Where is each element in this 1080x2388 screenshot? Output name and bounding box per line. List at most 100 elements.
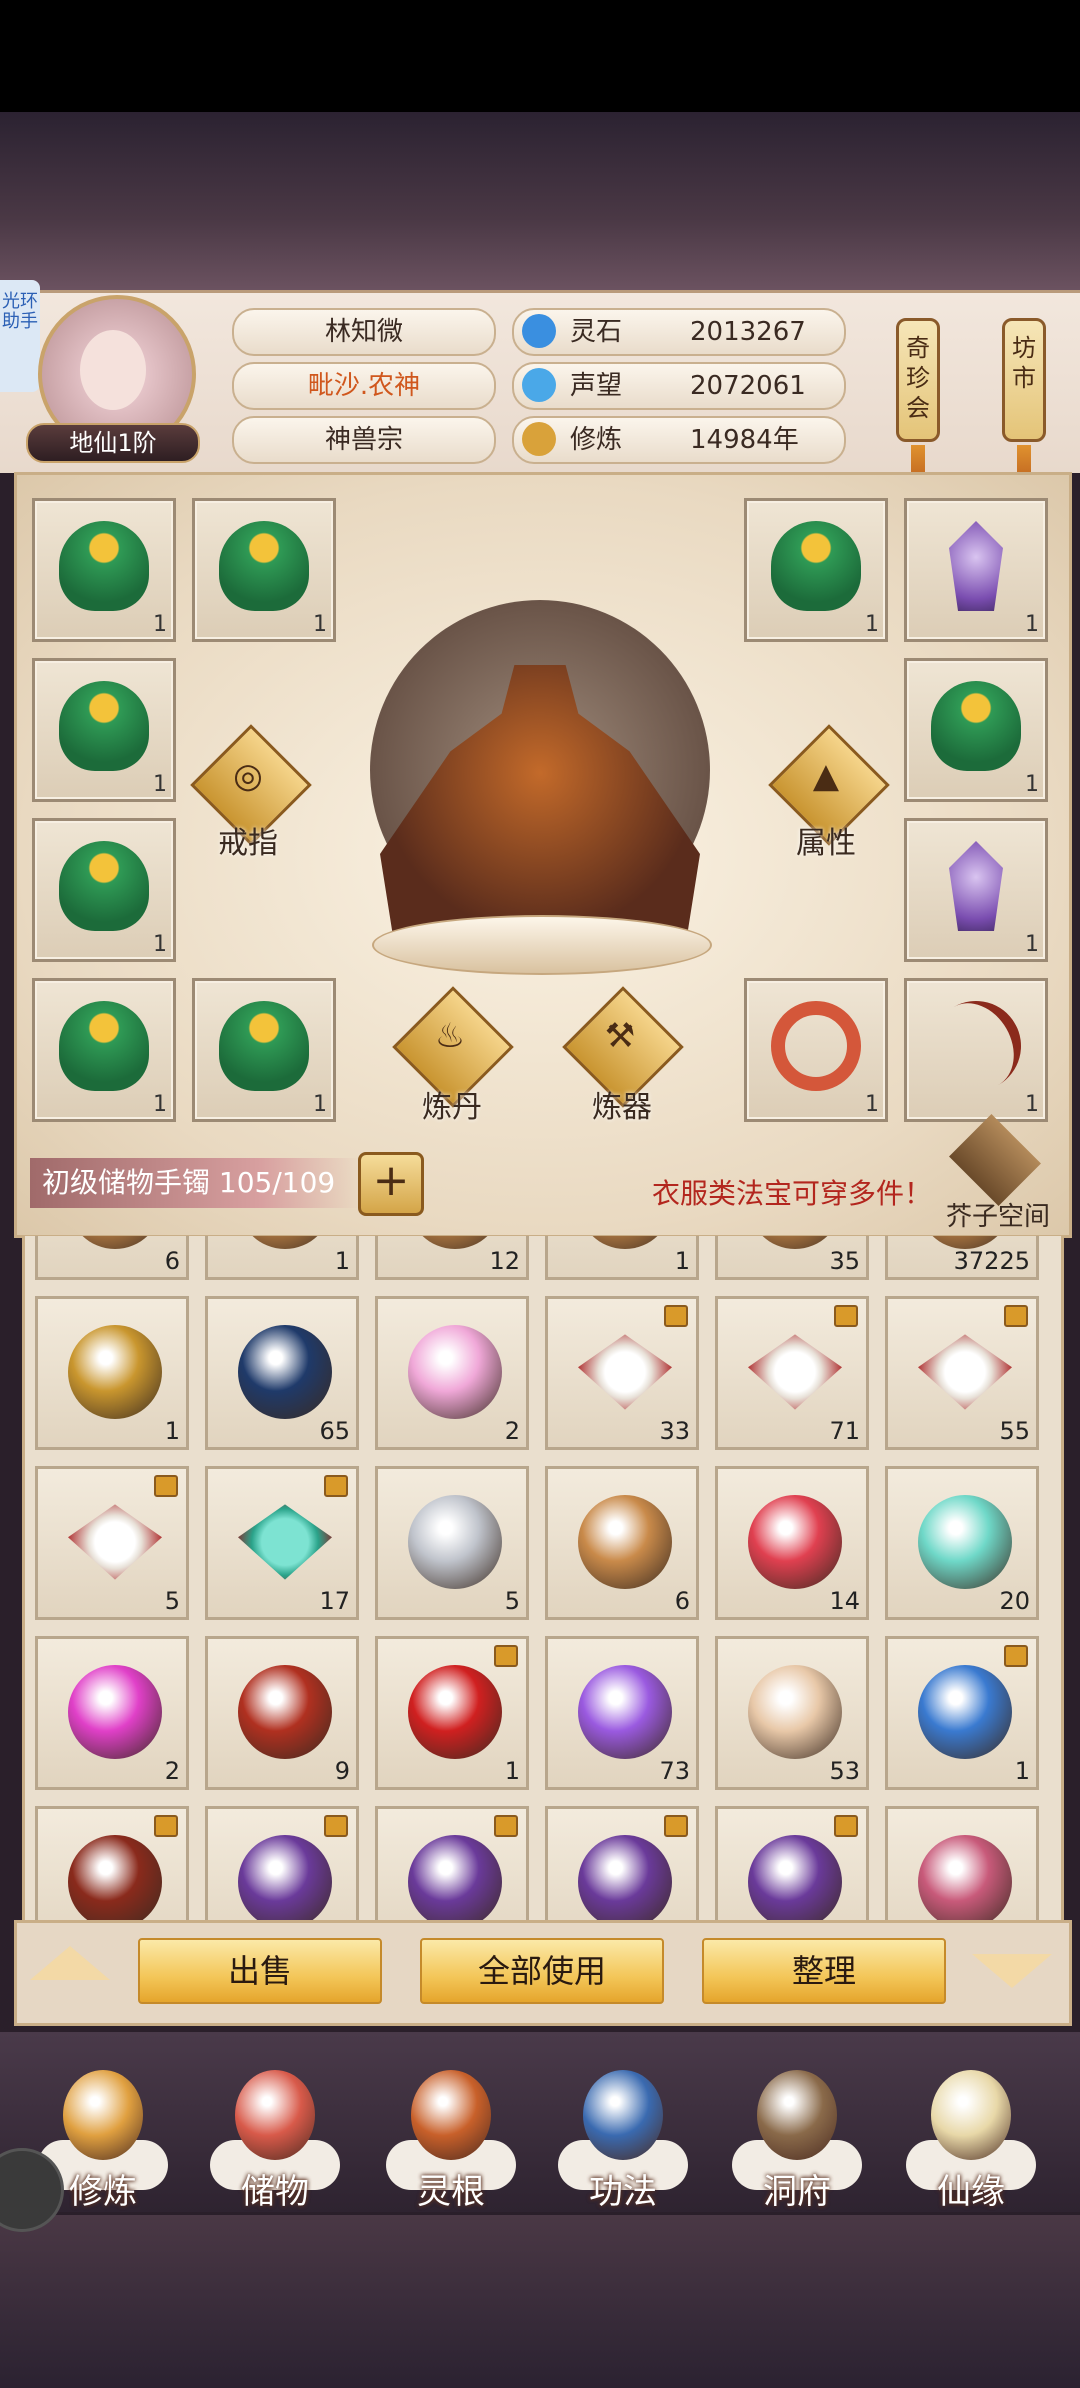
nav-spirit-root[interactable]: 灵根 bbox=[376, 2060, 526, 2212]
equipment-slot[interactable]: 1 bbox=[904, 658, 1048, 802]
lock-icon bbox=[834, 1305, 858, 1327]
sell-button[interactable]: 出售 bbox=[138, 1938, 382, 2004]
scroll-down-arrow-icon[interactable] bbox=[972, 1954, 1052, 1988]
resource-value: 2013267 bbox=[690, 317, 806, 347]
inventory-slot[interactable]: 5 bbox=[375, 1466, 529, 1620]
lock-icon bbox=[1004, 1645, 1028, 1667]
inventory-grid[interactable]: 6 1 12 1 35 37225 1 65 2 33 71 55 5 17 5 6 14 20 2 9 1 73 53 1 bbox=[22, 1236, 1064, 1920]
inventory-slot[interactable]: 1 bbox=[375, 1636, 529, 1790]
nav-techniques[interactable]: 功法 bbox=[548, 2060, 698, 2212]
nav-cave-abode[interactable]: 洞府 bbox=[722, 2060, 872, 2212]
player-title: 毗沙.农神 bbox=[232, 362, 496, 410]
resource-value: 2072061 bbox=[690, 371, 806, 401]
item-count: 1 bbox=[674, 1247, 690, 1275]
resource-reputation: 声望 2072061 bbox=[512, 362, 846, 410]
status-bar bbox=[0, 0, 1080, 112]
item-count: 1 bbox=[1025, 772, 1039, 797]
item-icon bbox=[68, 1325, 162, 1419]
inventory-slot[interactable]: 1 bbox=[205, 1236, 359, 1280]
inventory-slot[interactable]: 12 bbox=[375, 1236, 529, 1280]
treasure-fair-button[interactable]: 奇珍会 bbox=[896, 318, 940, 442]
inventory-slot[interactable]: 9 bbox=[205, 1636, 359, 1790]
inventory-slot[interactable]: 5 bbox=[35, 1466, 189, 1620]
bottom-decoration bbox=[0, 2215, 1080, 2388]
item-icon bbox=[578, 1495, 672, 1589]
lock-icon bbox=[664, 1305, 688, 1327]
inventory-slot[interactable] bbox=[715, 1806, 869, 1920]
market-button[interactable]: 坊市 bbox=[1002, 318, 1046, 442]
nav-label: 灵根 bbox=[417, 2172, 485, 2212]
forge-label: 炼器 bbox=[592, 1090, 652, 1125]
top-decoration bbox=[0, 112, 1080, 290]
item-icon bbox=[238, 1665, 332, 1759]
item-icon bbox=[578, 1334, 672, 1410]
inventory-slot[interactable]: 20 bbox=[885, 1466, 1039, 1620]
inventory-slot[interactable]: 14 bbox=[715, 1466, 869, 1620]
item-icon bbox=[68, 1236, 162, 1249]
item-count: 1 bbox=[1025, 932, 1039, 957]
equipment-slot[interactable]: 1 bbox=[904, 498, 1048, 642]
leaf-item-icon bbox=[771, 521, 861, 611]
cave-abode-icon bbox=[757, 2070, 837, 2160]
nav-label: 仙缘 bbox=[937, 2172, 1005, 2212]
resource-value: 14984年 bbox=[690, 425, 799, 455]
fate-icon bbox=[931, 2070, 1011, 2160]
reputation-icon bbox=[522, 368, 556, 402]
inventory-slot[interactable]: 73 bbox=[545, 1636, 699, 1790]
inventory-slot[interactable]: 1 bbox=[35, 1296, 189, 1450]
inventory-slot[interactable]: 37225 bbox=[885, 1236, 1039, 1280]
equipment-slot[interactable]: 1 bbox=[192, 498, 336, 642]
item-count: 12 bbox=[489, 1247, 520, 1275]
inventory-slot[interactable]: 6 bbox=[545, 1466, 699, 1620]
ring-icon: ◎ bbox=[233, 756, 263, 796]
techniques-icon bbox=[583, 2070, 663, 2160]
lock-icon bbox=[154, 1815, 178, 1837]
expand-storage-button[interactable]: + bbox=[358, 1152, 424, 1216]
equipment-slot[interactable]: 1 bbox=[744, 978, 888, 1122]
inventory-slot[interactable]: 53 bbox=[715, 1636, 869, 1790]
leaf-item-icon bbox=[59, 1001, 149, 1091]
inventory-slot[interactable] bbox=[545, 1806, 699, 1920]
equipment-slot[interactable]: 1 bbox=[904, 818, 1048, 962]
inventory-slot[interactable] bbox=[35, 1806, 189, 1920]
equipment-slot[interactable]: 1 bbox=[744, 498, 888, 642]
inventory-slot[interactable]: 2 bbox=[35, 1636, 189, 1790]
item-count: 35 bbox=[829, 1247, 860, 1275]
equipment-slot[interactable]: 1 bbox=[904, 978, 1048, 1122]
equipment-slot[interactable]: 1 bbox=[32, 498, 176, 642]
inventory-slot[interactable]: 17 bbox=[205, 1466, 359, 1620]
lock-icon bbox=[324, 1475, 348, 1497]
sort-button[interactable]: 整理 bbox=[702, 1938, 946, 2004]
inventory-slot[interactable]: 65 bbox=[205, 1296, 359, 1450]
helper-button[interactable]: 光环助手 bbox=[0, 280, 40, 392]
inventory-slot[interactable]: 1 bbox=[885, 1636, 1039, 1790]
inventory-slot[interactable]: 6 bbox=[35, 1236, 189, 1280]
inventory-slot[interactable] bbox=[375, 1806, 529, 1920]
item-icon bbox=[918, 1495, 1012, 1589]
nav-fate[interactable]: 仙缘 bbox=[896, 2060, 1046, 2212]
inventory-slot[interactable]: 71 bbox=[715, 1296, 869, 1450]
attributes-label: 属性 bbox=[796, 826, 856, 861]
inventory-slot[interactable]: 2 bbox=[375, 1296, 529, 1450]
inventory-slot[interactable]: 35 bbox=[715, 1236, 869, 1280]
equipment-slot[interactable]: 1 bbox=[192, 978, 336, 1122]
equipment-slot[interactable]: 1 bbox=[32, 978, 176, 1122]
equipment-slot[interactable]: 1 bbox=[32, 658, 176, 802]
inventory-slot[interactable] bbox=[205, 1806, 359, 1920]
rank-badge: 地仙1阶 bbox=[26, 423, 200, 463]
item-count: 2 bbox=[164, 1757, 180, 1785]
equipment-slot[interactable]: 1 bbox=[32, 818, 176, 962]
item-count: 1 bbox=[504, 1757, 520, 1785]
inventory-slot[interactable]: 33 bbox=[545, 1296, 699, 1450]
item-icon bbox=[578, 1236, 672, 1249]
nav-storage[interactable]: 储物 bbox=[200, 2060, 350, 2212]
item-icon bbox=[408, 1325, 502, 1419]
inventory-slot[interactable] bbox=[885, 1806, 1039, 1920]
mustard-space-label[interactable]: 芥子空间 bbox=[946, 1196, 1050, 1233]
item-icon bbox=[238, 1325, 332, 1419]
use-all-button[interactable]: 全部使用 bbox=[420, 1938, 664, 2004]
scroll-up-arrow-icon[interactable] bbox=[30, 1946, 110, 1980]
inventory-slot[interactable]: 1 bbox=[545, 1236, 699, 1280]
inventory-slot[interactable]: 55 bbox=[885, 1296, 1039, 1450]
leaf-item-icon bbox=[219, 1001, 309, 1091]
